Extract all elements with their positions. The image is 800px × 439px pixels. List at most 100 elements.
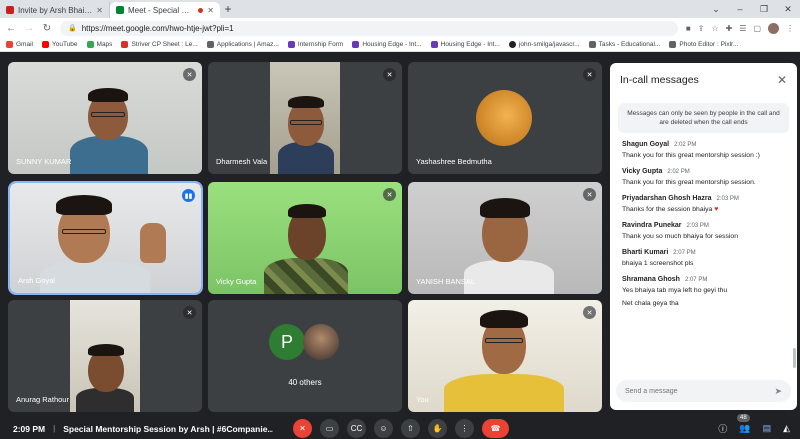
camera-in-use-icon[interactable]: ■ bbox=[686, 24, 691, 33]
participant-name: Vicky Gupta bbox=[216, 277, 257, 286]
striver-icon bbox=[121, 41, 129, 48]
recording-indicator-icon bbox=[198, 7, 204, 13]
tab-title: Invite by Arsh Bhaiya | Mentorship bbox=[18, 5, 93, 15]
extensions-icon[interactable]: ✚ bbox=[726, 24, 733, 33]
message-text: Thanks for the session bhaiya ♥ bbox=[622, 206, 719, 213]
mic-off-icon[interactable]: ✕ bbox=[293, 419, 312, 438]
mic-off-icon: ✕ bbox=[583, 68, 596, 81]
info-icon[interactable]: ⓘ bbox=[718, 422, 727, 435]
participant-name: Yashashree Bedmutha bbox=[416, 157, 492, 166]
message-list: Shagun Goyal 2:02 PM Thank you for this g… bbox=[610, 133, 797, 307]
chat-panel-title: In-call messages bbox=[620, 74, 699, 86]
message-sender: Bharti Kumari bbox=[622, 249, 669, 256]
message-text: bhaiya 1 screenshot pls bbox=[622, 260, 694, 267]
side-controls: ⓘ 👥 ▤ ◭ bbox=[718, 418, 790, 439]
bookmark-applications[interactable]: Applications | Amaz... bbox=[206, 41, 279, 48]
bookmark-youtube[interactable]: YouTube bbox=[41, 41, 78, 48]
bookmark-maps[interactable]: Maps bbox=[86, 41, 112, 48]
participant-video bbox=[264, 258, 348, 294]
new-tab-button[interactable]: + bbox=[220, 2, 236, 18]
message-input[interactable] bbox=[625, 387, 765, 395]
others-count: 40 others bbox=[288, 378, 322, 387]
others-tile[interactable]: P 40 others bbox=[208, 300, 402, 412]
bookmark-pixlr[interactable]: Photo Editor : Pixlr... bbox=[669, 41, 738, 48]
meeting-control-bar: 2:09 PM | Special Mentorship Session by … bbox=[0, 418, 800, 439]
message-time: 2:02 PM bbox=[674, 142, 697, 148]
reload-icon[interactable]: ↻ bbox=[42, 23, 52, 34]
participant-tile[interactable]: Vicky Gupta ✕ bbox=[208, 182, 402, 294]
message-text: Yes bhaiya tab mya left ho geyi thu bbox=[622, 287, 728, 294]
captions-icon[interactable]: CC bbox=[347, 419, 366, 438]
window-controls: ⌄ – ❐ ✕ bbox=[704, 0, 800, 18]
bookmark-striver[interactable]: Striver CP Sheet : Le... bbox=[121, 41, 198, 48]
message-time: 2:07 PM bbox=[673, 250, 696, 256]
back-icon[interactable]: ← bbox=[6, 23, 16, 34]
lock-icon[interactable]: 🔒 bbox=[68, 24, 77, 32]
camera-icon[interactable]: ▭ bbox=[320, 419, 339, 438]
raise-hand-icon[interactable]: ✋ bbox=[428, 419, 447, 438]
participant-name: YANISH BANSAL bbox=[416, 277, 476, 286]
close-window-icon[interactable]: ✕ bbox=[776, 4, 800, 15]
browser-tab-meet[interactable]: Meet - Special Mentorship S ✕ bbox=[110, 2, 220, 18]
minimize-icon[interactable]: – bbox=[728, 4, 752, 14]
message-text: Thank you for this great mentorship sess… bbox=[622, 152, 760, 159]
maximize-icon[interactable]: ❐ bbox=[752, 4, 776, 15]
reading-list-icon[interactable]: ☰ bbox=[739, 24, 746, 33]
message-sender: Shramana Ghosh bbox=[622, 276, 680, 283]
bookmark-internship[interactable]: Internship Form bbox=[287, 41, 343, 48]
url-field[interactable]: 🔒 https://meet.google.com/hwo-htje-jwt?p… bbox=[60, 20, 678, 36]
activities-icon[interactable]: ◭ bbox=[783, 423, 790, 434]
divider: | bbox=[53, 424, 56, 433]
video-grid: SUNNY KUMAR ✕ Dharmesh Vala ✕ Yashashree… bbox=[0, 52, 610, 418]
meet-icon bbox=[116, 6, 124, 14]
chat-panel: In-call messages ✕ Messages can only be … bbox=[610, 63, 797, 410]
menu-icon[interactable]: ⋮ bbox=[786, 24, 794, 33]
close-icon[interactable]: ✕ bbox=[777, 73, 787, 87]
send-icon[interactable]: ➤ bbox=[774, 386, 782, 397]
message-sender: Vicky Gupta bbox=[622, 168, 663, 175]
more-options-icon[interactable]: ⋮ bbox=[455, 419, 474, 438]
star-icon[interactable]: ☆ bbox=[711, 24, 718, 33]
chat-icon[interactable]: ▤ bbox=[763, 423, 772, 434]
participant-video bbox=[464, 260, 554, 294]
share-icon[interactable]: ⇪ bbox=[698, 24, 705, 33]
participant-tile[interactable]: Yashashree Bedmutha ✕ bbox=[408, 62, 602, 174]
bookmark-housing-1[interactable]: Housing Edge - Int... bbox=[352, 41, 422, 48]
participant-tile[interactable]: Arsh Goyal ▮▮ bbox=[8, 181, 203, 295]
sidebar-icon[interactable]: ▢ bbox=[753, 24, 761, 33]
github-icon bbox=[508, 41, 516, 48]
participant-tile[interactable]: YANISH BANSAL ✕ bbox=[408, 182, 602, 294]
chat-message: Bharti Kumari 2:07 PM bhaiya 1 screenshot… bbox=[622, 249, 785, 267]
forward-icon[interactable]: → bbox=[24, 23, 34, 34]
chat-message: Priyadarshan Ghosh Hazra 2:03 PM Thanks f… bbox=[622, 195, 785, 213]
close-tab-icon[interactable]: ✕ bbox=[207, 6, 214, 15]
present-screen-icon[interactable]: ⇧ bbox=[401, 419, 420, 438]
call-controls: ✕ ▭ CC ☺ ⇧ ✋ ⋮ ☎ bbox=[293, 418, 509, 439]
self-tile[interactable]: You ✕ bbox=[408, 300, 602, 412]
participant-name: Dharmesh Vala bbox=[216, 157, 268, 166]
people-icon[interactable]: 👥 bbox=[739, 423, 750, 434]
browser-tab-invite[interactable]: Invite by Arsh Bhaiya | Mentorship ✕ bbox=[0, 2, 110, 18]
bookmark-tasks[interactable]: Tasks - Educational... bbox=[588, 41, 660, 48]
participant-count-badge: 48 bbox=[737, 414, 750, 422]
message-sender: Ravindra Punekar bbox=[622, 222, 682, 229]
bookmark-gmail[interactable]: Gmail bbox=[6, 41, 33, 48]
emoji-icon[interactable]: ☺ bbox=[374, 419, 393, 438]
chevron-down-icon[interactable]: ⌄ bbox=[704, 4, 728, 15]
participant-tile[interactable]: Dharmesh Vala ✕ bbox=[208, 62, 402, 174]
bookmark-housing-2[interactable]: Housing Edge - Int... bbox=[430, 41, 500, 48]
chat-scrollbar[interactable] bbox=[793, 348, 796, 368]
close-tab-icon[interactable]: ✕ bbox=[96, 6, 103, 15]
participant-tile[interactable]: Anurag Rathour ✕ bbox=[8, 300, 202, 412]
participant-tile[interactable]: SUNNY KUMAR ✕ bbox=[8, 62, 202, 174]
participant-photo bbox=[476, 90, 532, 146]
forms-icon bbox=[430, 41, 438, 48]
profile-avatar[interactable] bbox=[768, 22, 779, 34]
url-text: https://meet.google.com/hwo-htje-jwt?pli… bbox=[81, 23, 234, 33]
message-sender: Shagun Goyal bbox=[622, 141, 670, 148]
bookmarks-bar: Gmail YouTube Maps Striver CP Sheet : Le… bbox=[0, 38, 800, 52]
maps-icon bbox=[86, 41, 94, 48]
leave-call-icon[interactable]: ☎ bbox=[482, 419, 509, 438]
bookmark-github[interactable]: john-smilga/javascr... bbox=[508, 41, 580, 48]
participant-name: You bbox=[416, 395, 429, 404]
